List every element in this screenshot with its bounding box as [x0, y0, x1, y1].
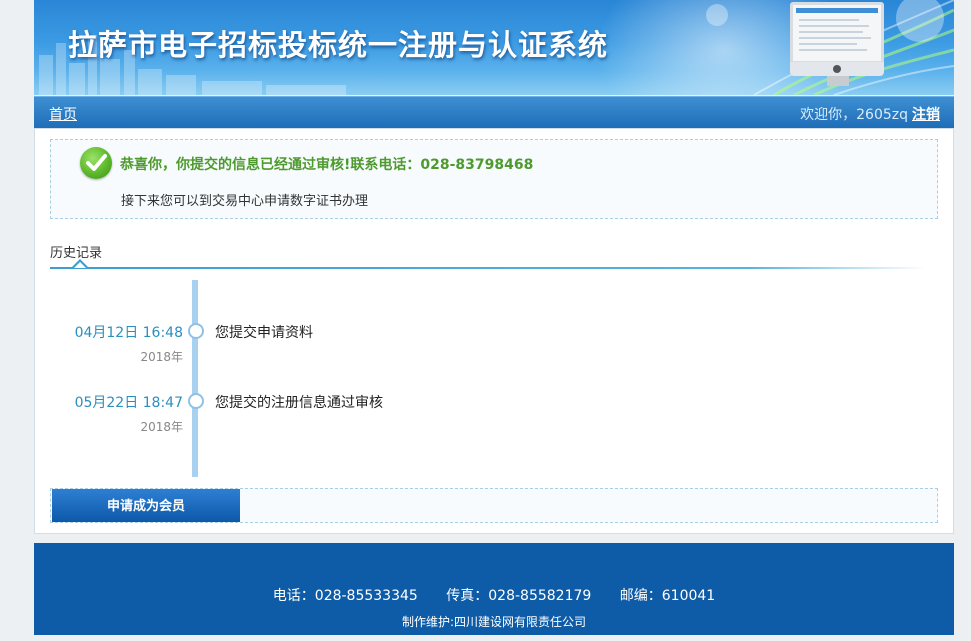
home-link[interactable]: 首页 — [49, 104, 77, 124]
logout-link[interactable]: 注销 — [912, 107, 940, 123]
apply-member-button[interactable]: 申请成为会员 — [52, 489, 240, 522]
monitor-illustration — [790, 2, 886, 90]
next-step-text: 接下来您可以到交易中心申请数字证书办理 — [121, 194, 369, 209]
decorative-bubble — [706, 4, 728, 26]
timeline-year: 2018年 — [140, 420, 183, 434]
action-bar: 申请成为会员 — [50, 488, 938, 523]
timeline-text: 您提交申请资料 — [215, 325, 313, 341]
success-message: 恭喜你，你提交的信息已经通过审核!联系电话：028-83798468 — [120, 157, 534, 173]
welcome-text: 欢迎你，2605zq — [800, 107, 908, 123]
footer-phone: 电话：028-85533345 — [272, 588, 418, 604]
timeline-item: 05月22日 18:47 2018年 您提交的注册信息通过审核 — [35, 392, 735, 442]
footer-postcode: 邮编：610041 — [619, 588, 716, 604]
timeline-dot-icon — [188, 323, 204, 339]
footer-fax: 传真：028-85582179 — [446, 588, 592, 604]
timeline-year: 2018年 — [140, 350, 183, 364]
history-underline — [50, 267, 926, 269]
timeline-date: 05月22日 18:47 — [74, 395, 183, 411]
footer: 电话：028-85533345 传真：028-85582179 邮编：61004… — [34, 543, 954, 635]
user-area: 欢迎你，2605zq 注销 — [800, 104, 940, 124]
top-nav-bar: 首页 欢迎你，2605zq 注销 — [34, 96, 954, 129]
main-panel: 恭喜你，你提交的信息已经通过审核!联系电话：028-83798468 接下来您可… — [34, 128, 954, 534]
timeline-item: 04月12日 16:48 2018年 您提交申请资料 — [35, 322, 735, 372]
check-circle-icon — [80, 147, 112, 179]
success-notice: 恭喜你，你提交的信息已经通过审核!联系电话：028-83798468 接下来您可… — [50, 139, 938, 219]
timeline-axis — [192, 280, 198, 477]
footer-contacts: 电话：028-85533345 传真：028-85582179 邮编：61004… — [34, 585, 954, 605]
header-banner: 拉萨市电子招标投标统一注册与认证系统 — [34, 0, 954, 95]
apple-logo-icon — [833, 65, 841, 73]
footer-maintainer: 制作维护:四川建设网有限责任公司 — [401, 615, 587, 629]
system-title: 拉萨市电子招标投标统一注册与认证系统 — [68, 28, 609, 62]
timeline-date: 04月12日 16:48 — [74, 325, 183, 341]
timeline-dot-icon — [188, 393, 204, 409]
timeline-text: 您提交的注册信息通过审核 — [215, 395, 383, 411]
